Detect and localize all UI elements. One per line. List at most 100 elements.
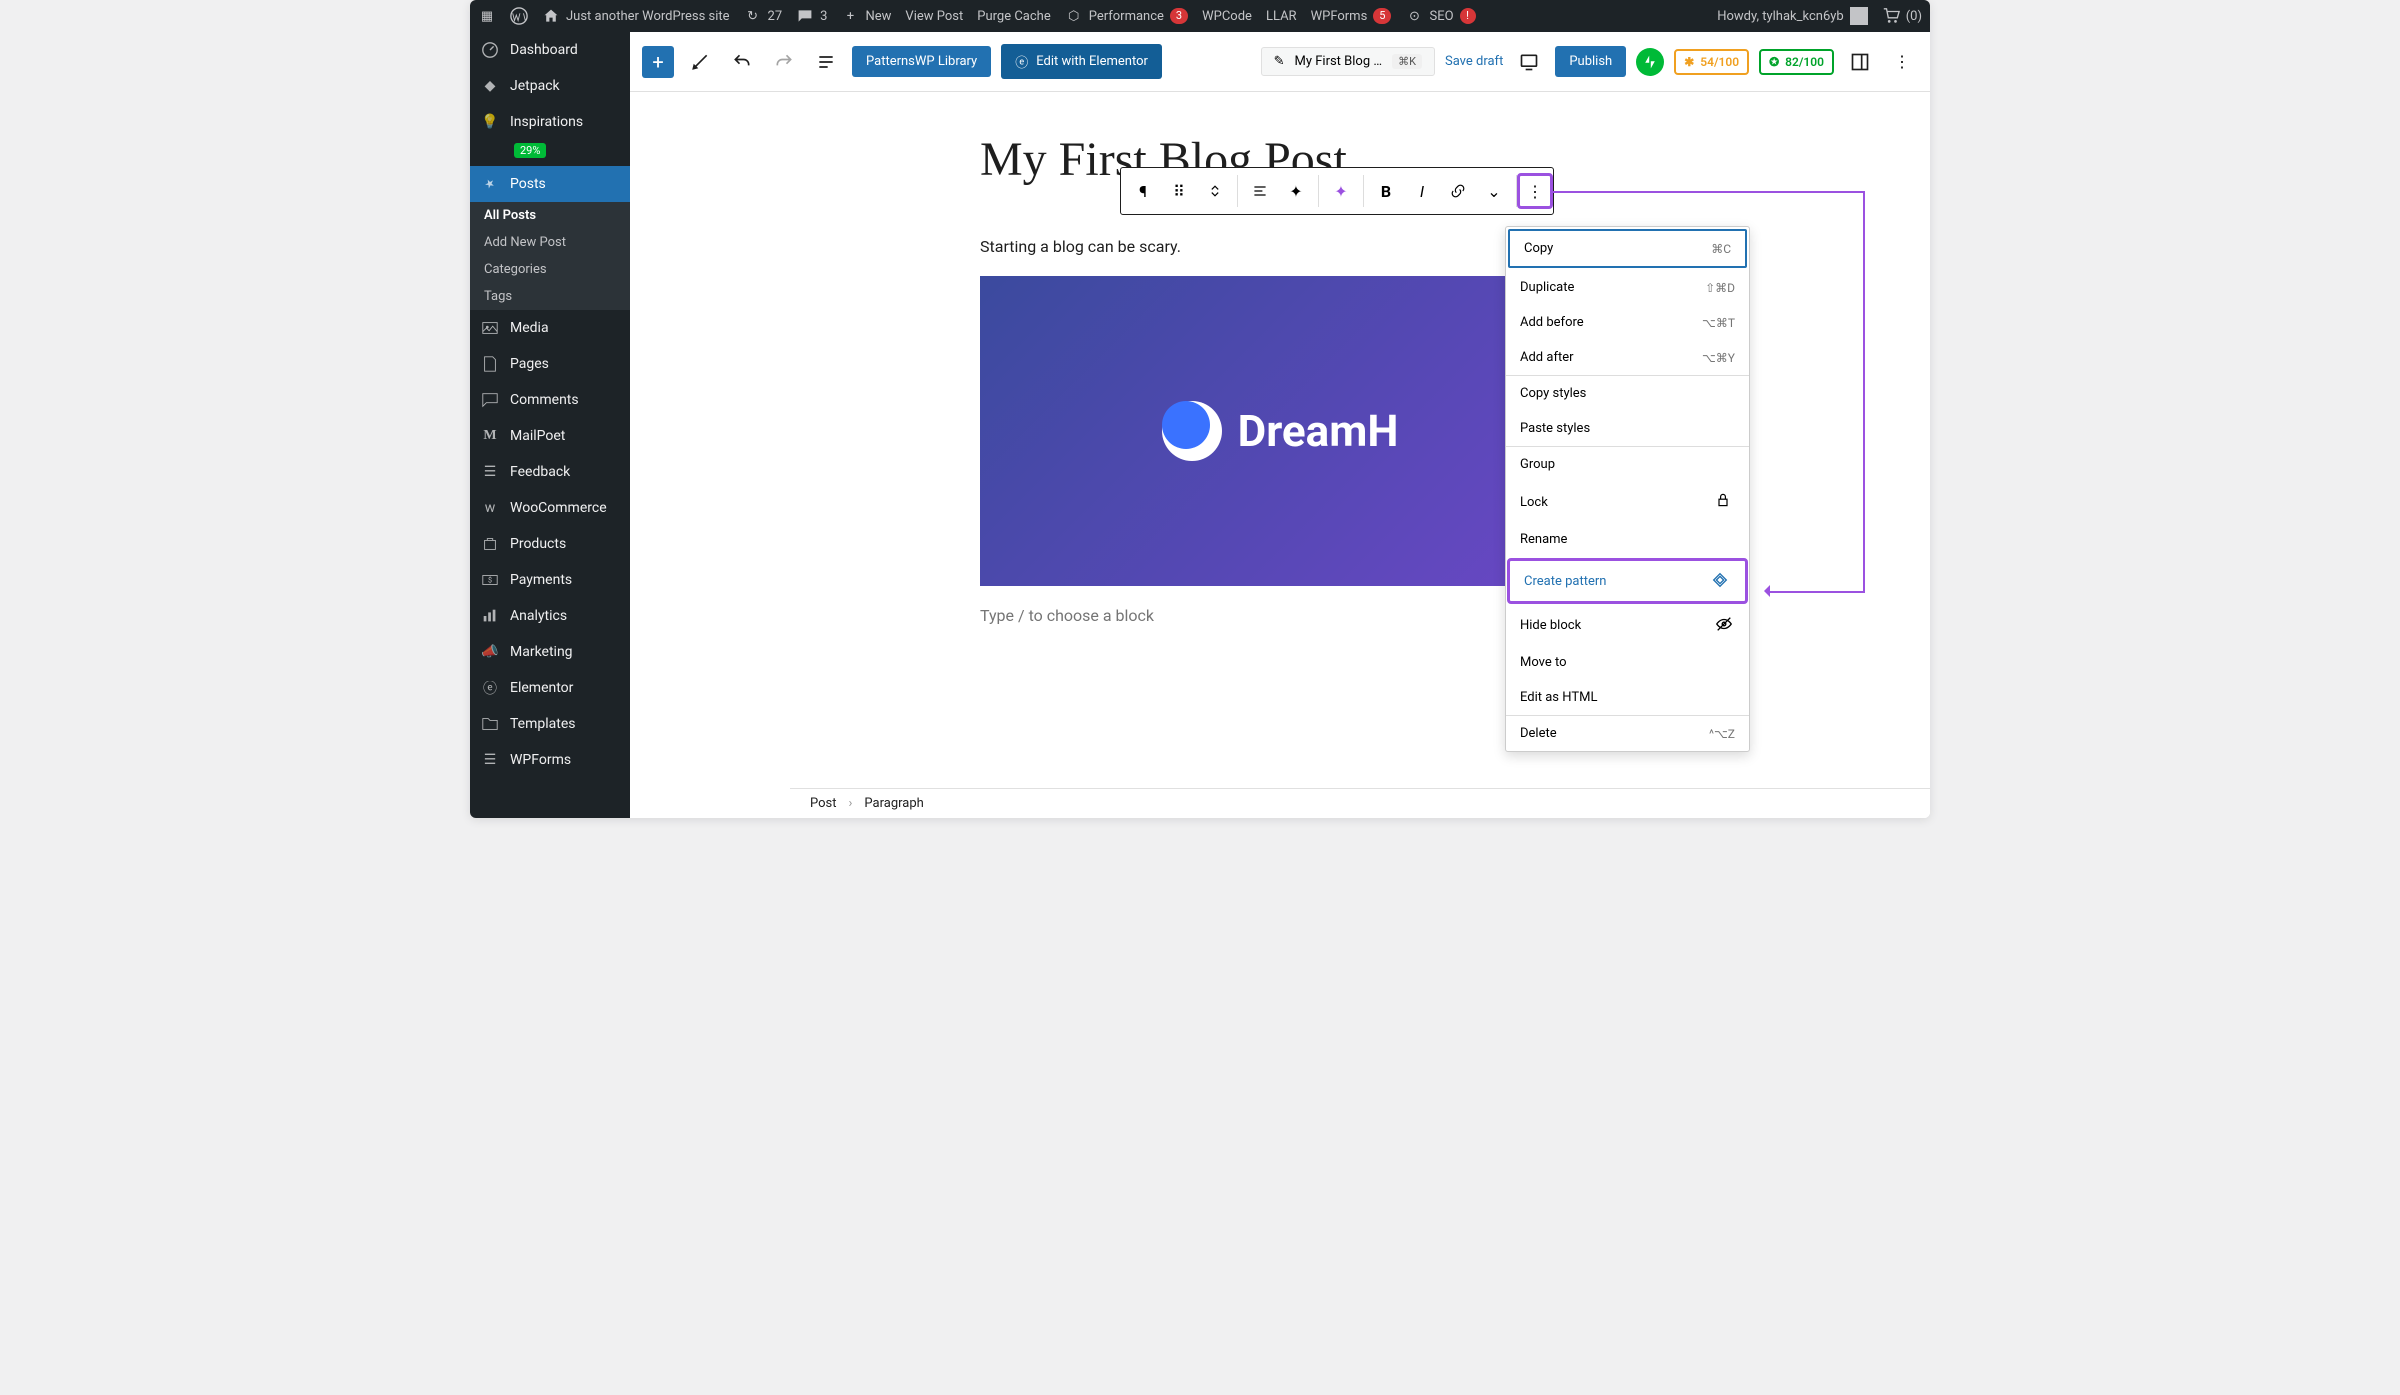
mailpoet-icon: M	[480, 426, 500, 446]
jetpack-indicator-icon[interactable]	[1636, 48, 1664, 76]
wpcode-link[interactable]: WPCode	[1202, 9, 1252, 24]
menu-delete[interactable]: Delete^⌥Z	[1506, 716, 1749, 751]
sidebar-item-templates[interactable]: Templates	[470, 706, 630, 742]
sidebar-item-jetpack[interactable]: ◆Jetpack	[470, 68, 630, 104]
sidebar-item-mailpoet[interactable]: MMailPoet	[470, 418, 630, 454]
score-icon-2: ✪	[1769, 55, 1779, 69]
sidebar-item-marketing[interactable]: 📣Marketing	[470, 634, 630, 670]
sidebar-item-dashboard[interactable]: Dashboard	[470, 32, 630, 68]
add-block-button[interactable]: +	[642, 46, 674, 78]
howdy-link[interactable]: Howdy, tylhak_kcn6yb	[1717, 7, 1868, 25]
editor-more-button[interactable]: ⋮	[1886, 46, 1918, 78]
lightbulb-icon: 💡	[480, 112, 500, 132]
score-icon: ✱	[1684, 55, 1694, 69]
patterns-library-button[interactable]: PatternsWP Library	[852, 46, 991, 77]
menu-create-pattern[interactable]: Create pattern	[1507, 558, 1748, 604]
sidebar-item-products[interactable]: Products	[470, 526, 630, 562]
payments-icon: $	[480, 570, 500, 590]
settings-panel-button[interactable]	[1844, 46, 1876, 78]
wpforms-link[interactable]: WPForms5	[1311, 8, 1392, 24]
lock-icon	[1715, 492, 1735, 512]
svg-text:$: $	[488, 576, 492, 585]
menu-copy-styles[interactable]: Copy styles	[1506, 376, 1749, 411]
adminbar-menu-icon[interactable]: ▦	[478, 7, 496, 25]
block-placeholder[interactable]: Type / to choose a block	[980, 606, 1580, 625]
performance-link[interactable]: ⬡Performance3	[1065, 7, 1188, 25]
sidebar-item-pages[interactable]: Pages	[470, 346, 630, 382]
sidebar-item-inspirations[interactable]: 💡Inspirations29%	[470, 104, 630, 166]
italic-button[interactable]: I	[1404, 173, 1440, 209]
sidebar-item-woocommerce[interactable]: wWooCommerce	[470, 490, 630, 526]
menu-duplicate[interactable]: Duplicate⇧⌘D	[1506, 270, 1749, 305]
llar-link[interactable]: LLAR	[1266, 9, 1297, 24]
sidebar-item-media[interactable]: Media	[470, 310, 630, 346]
comments-link[interactable]: 3	[796, 7, 827, 25]
new-link[interactable]: +New	[841, 7, 891, 25]
cart-link[interactable]: (0)	[1882, 7, 1922, 25]
sidebar-item-comments[interactable]: Comments	[470, 382, 630, 418]
move-block-button[interactable]	[1197, 173, 1233, 209]
updates-link[interactable]: ↻27	[744, 7, 783, 25]
wp-logo-icon[interactable]	[510, 7, 528, 25]
view-post-link[interactable]: View Post	[905, 9, 963, 24]
site-name-link[interactable]: Just another WordPress site	[542, 7, 730, 25]
menu-hide-block[interactable]: Hide block	[1506, 605, 1749, 645]
sparkle-button[interactable]: ✦	[1278, 173, 1314, 209]
tools-icon[interactable]	[684, 46, 716, 78]
menu-move-to[interactable]: Move to	[1506, 645, 1749, 680]
paragraph-block[interactable]: Starting a blog can be scary.	[980, 237, 1580, 256]
drag-handle-icon[interactable]: ⠿	[1161, 173, 1197, 209]
crumb-post[interactable]: Post	[810, 796, 837, 811]
jetpack-icon: ◆	[480, 76, 500, 96]
list-view-button[interactable]	[810, 46, 842, 78]
sidebar-item-payments[interactable]: $Payments	[470, 562, 630, 598]
menu-rename[interactable]: Rename	[1506, 522, 1749, 557]
block-more-options-button[interactable]: ⋮	[1517, 173, 1553, 209]
menu-group[interactable]: Group	[1506, 447, 1749, 482]
save-draft-button[interactable]: Save draft	[1445, 54, 1503, 69]
seo-link[interactable]: ⊙SEO!	[1405, 7, 1475, 25]
document-title-button[interactable]: ✎ My First Blog … ⌘K	[1261, 47, 1435, 76]
submenu-categories[interactable]: Categories	[470, 256, 630, 283]
submenu-tags[interactable]: Tags	[470, 283, 630, 310]
menu-lock[interactable]: Lock	[1506, 482, 1749, 522]
block-breadcrumb: Post › Paragraph	[790, 788, 1930, 818]
feedback-icon: ☰	[480, 462, 500, 482]
menu-add-after[interactable]: Add after⌥⌘Y	[1506, 340, 1749, 375]
paragraph-type-button[interactable]: ¶	[1125, 173, 1161, 209]
comments-icon	[480, 390, 500, 410]
folder-icon	[480, 714, 500, 734]
bold-button[interactable]: B	[1368, 173, 1404, 209]
menu-paste-styles[interactable]: Paste styles	[1506, 411, 1749, 446]
sidebar-item-posts[interactable]: Posts	[470, 166, 630, 202]
ai-sparkle-button[interactable]: ✦	[1323, 173, 1359, 209]
align-button[interactable]	[1242, 173, 1278, 209]
redo-button[interactable]	[768, 46, 800, 78]
crumb-paragraph[interactable]: Paragraph	[864, 796, 923, 811]
seo-score-1[interactable]: ✱54/100	[1674, 49, 1749, 75]
site-name-label: Just another WordPress site	[566, 9, 730, 24]
menu-edit-html[interactable]: Edit as HTML	[1506, 680, 1749, 715]
submenu-all-posts[interactable]: All Posts	[470, 202, 630, 229]
preview-button[interactable]	[1513, 46, 1545, 78]
publish-button[interactable]: Publish	[1555, 46, 1626, 77]
new-label: New	[865, 9, 891, 24]
editor-canvas: My First Blog Post ¶ ⠿ ✦ ✦	[630, 92, 1930, 818]
image-block[interactable]: DreamH	[980, 276, 1580, 586]
edit-elementor-button[interactable]: ⓔEdit with Elementor	[1001, 44, 1162, 79]
pen-icon: ✎	[1274, 54, 1285, 69]
annotation-line	[1550, 191, 1865, 193]
menu-copy[interactable]: Copy⌘C	[1508, 229, 1747, 268]
sidebar-item-analytics[interactable]: Analytics	[470, 598, 630, 634]
seo-score-2[interactable]: ✪82/100	[1759, 49, 1834, 75]
link-button[interactable]	[1440, 173, 1476, 209]
sidebar-item-wpforms[interactable]: ☰WPForms	[470, 742, 630, 778]
sidebar-item-feedback[interactable]: ☰Feedback	[470, 454, 630, 490]
chevron-down-icon[interactable]: ⌄	[1476, 173, 1512, 209]
undo-button[interactable]	[726, 46, 758, 78]
submenu-add-new[interactable]: Add New Post	[470, 229, 630, 256]
admin-bar: ▦ Just another WordPress site ↻27 3 +New…	[470, 0, 1930, 32]
sidebar-item-elementor[interactable]: ⓔElementor	[470, 670, 630, 706]
purge-cache-link[interactable]: Purge Cache	[977, 9, 1050, 24]
menu-add-before[interactable]: Add before⌥⌘T	[1506, 305, 1749, 340]
